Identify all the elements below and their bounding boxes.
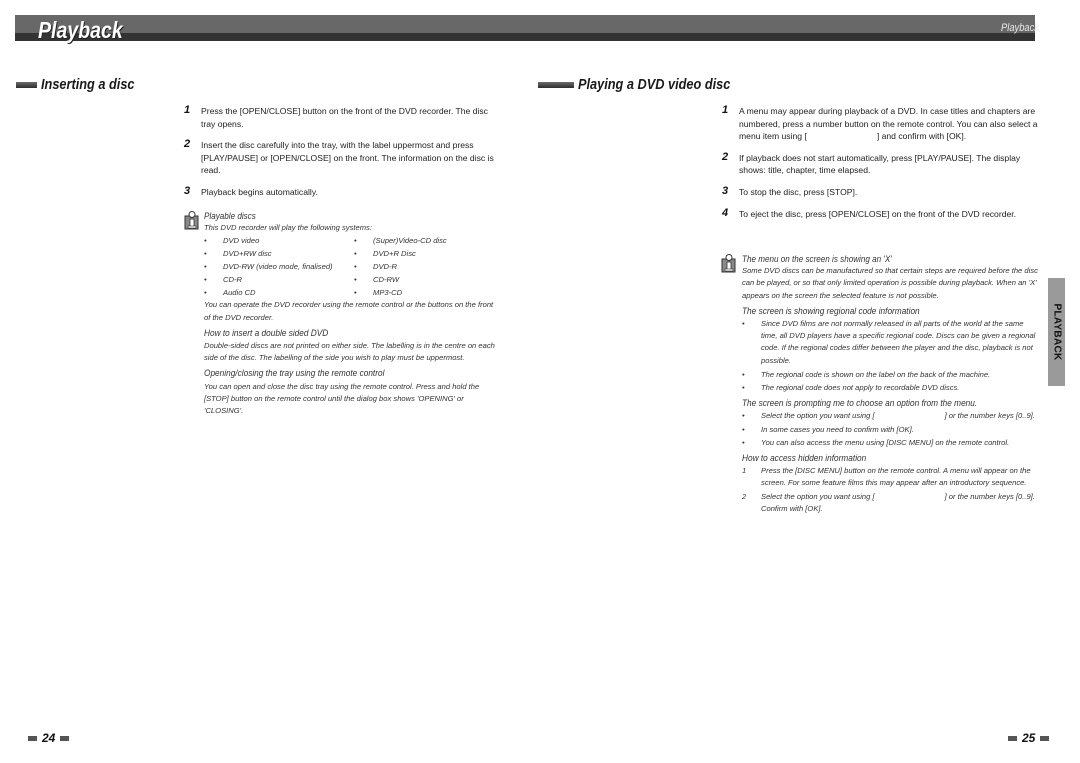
troubleshooting-note: The menu on the screen is showing an 'X'… <box>742 253 1042 515</box>
page-marker-icon <box>1008 735 1017 741</box>
section-bar-icon <box>538 81 574 88</box>
step-item: 1 Press the [OPEN/CLOSE] button on the f… <box>184 104 494 130</box>
disc-list: • DVD video • (Super)Video-CD disc • DVD+RW… <box>204 234 499 299</box>
page-number-left: 24 <box>28 731 70 745</box>
disc-item: • DVD video <box>204 236 260 246</box>
step-item: 2 If playback does not start automatical… <box>722 150 1042 177</box>
bullet-item: • Since DVD films are not normally releas… <box>742 319 1036 365</box>
disc-item: • CD-RW <box>354 275 400 285</box>
disc-label: MP3-CD <box>373 288 403 298</box>
disc-label: DVD-R <box>373 262 398 272</box>
step-text: To eject the disc, press [OPEN/CLOSE] on… <box>739 208 1017 219</box>
info-icon <box>184 211 199 230</box>
note-title: Playable discs <box>204 211 256 221</box>
step-number: 1 <box>184 104 191 116</box>
disc-label: Audio CD <box>223 288 256 298</box>
section-bar-icon <box>16 81 37 88</box>
disc-item: • Audio CD <box>204 288 256 298</box>
disc-item: • (Super)Video-CD disc <box>354 236 447 246</box>
section-heading-inserting-disc: Inserting a disc <box>16 76 151 93</box>
step-number: 3 <box>184 184 191 197</box>
page-marker-icon <box>28 735 37 741</box>
step-number: 3 <box>722 184 729 197</box>
numbered-item: 2 Select the option you want using [] or … <box>742 491 1042 515</box>
x-explanation-text: Some DVD discs can be manufactured so th… <box>742 266 1038 300</box>
note-intro: This DVD recorder will play the followin… <box>204 223 372 233</box>
side-tab-label: PLAYBACK <box>1051 303 1062 361</box>
disc-item: • DVD+RW disc <box>204 249 272 259</box>
step-item: 1 A menu may appear during playback of a… <box>722 104 1042 143</box>
disc-label: DVD+R Disc <box>373 249 416 259</box>
bullet-text: In some cases you need to confirm with [… <box>761 424 914 434</box>
page-number: 24 <box>42 731 56 745</box>
disc-label: CD-R <box>223 275 242 285</box>
bullet-text: Select the option you want using [ <box>761 411 875 421</box>
disc-item: • MP3-CD <box>354 288 403 298</box>
playable-discs-note: Playable discs This DVD recorder will pl… <box>204 210 499 417</box>
bullet-text: Since DVD films are not normally release… <box>761 319 1036 365</box>
hidden-info-heading: How to access hidden information <box>742 453 867 464</box>
step-number: 2 <box>722 150 729 163</box>
regional-code-heading: The screen is showing regional code info… <box>742 305 920 316</box>
disc-label: (Super)Video-CD disc <box>373 236 447 246</box>
step-text: Playback begins automatically. <box>201 186 318 197</box>
page-marker-icon <box>60 735 70 741</box>
disc-item: • DVD+R Disc <box>354 249 416 259</box>
page-number: 25 <box>1022 731 1036 745</box>
step-text: If playback does not start automatically… <box>739 152 1021 176</box>
bullet-text: The regional code is shown on the label … <box>761 369 991 379</box>
section-title: Playing a DVD video disc <box>578 76 731 93</box>
step-number: 2 <box>184 138 191 151</box>
section-title: Inserting a disc <box>41 76 135 93</box>
step-item: 2 Insert the disc carefully into the tra… <box>184 138 494 177</box>
page-marker-icon <box>1040 735 1050 741</box>
bullet-item: • The regional code does not apply to rec… <box>742 383 960 393</box>
disc-label: DVD+RW disc <box>223 249 272 259</box>
chapter-side-tab: PLAYBACK <box>1048 278 1065 386</box>
insert-steps: 1 Press the [OPEN/CLOSE] button on the f… <box>184 104 494 208</box>
double-sided-heading: How to insert a double sided DVD <box>204 327 329 338</box>
item-text: Select the option you want using [ <box>761 491 875 501</box>
bullet-text: The regional code does not apply to reco… <box>761 383 960 393</box>
disc-item: • DVD-R <box>354 262 398 272</box>
double-sided-text: Double-sided discs are not printed on ei… <box>204 341 495 363</box>
disc-item: • CD-R <box>204 275 242 285</box>
running-header-title: Playback <box>1001 22 1039 34</box>
note-title: The menu on the screen is showing an 'X' <box>742 254 892 264</box>
bullet-item: • In some cases you need to confirm with … <box>742 424 914 434</box>
step-item: 4 To eject the disc, press [OPEN/CLOSE] … <box>722 206 1042 221</box>
playback-steps: 1 A menu may appear during playback of a… <box>722 104 1042 229</box>
step-text: To stop the disc, press [STOP]. <box>739 186 858 197</box>
bullet-text: ] or the number keys [0..9]. <box>944 411 1035 421</box>
item-text: Press the [DISC MENU] button on the remo… <box>761 466 1031 488</box>
step-number: 4 <box>722 206 729 219</box>
chapter-title: Playback <box>38 17 123 43</box>
tray-remote-text: You can open and close the disc tray usi… <box>204 381 480 416</box>
step-item: 3 To stop the disc, press [STOP]. <box>722 184 1042 199</box>
item-number: 2 <box>742 491 747 501</box>
bullet-text: You can also access the menu using [DISC… <box>761 437 1010 447</box>
item-number: 1 <box>742 466 747 476</box>
header-stripe <box>15 33 1035 41</box>
step-item: 3 Playback begins automatically. <box>184 184 494 199</box>
step-number: 1 <box>722 104 729 116</box>
bullet-item: • You can also access the menu using [DIS… <box>742 437 1010 447</box>
disc-label: DVD-RW (video mode, finalised) <box>223 262 333 272</box>
section-heading-playing-dvd: Playing a DVD video disc <box>538 76 757 93</box>
step-text: Insert the disc carefully into the tray,… <box>201 140 494 176</box>
bullet-item: • The regional code is shown on the label… <box>742 369 991 379</box>
bullet-item: • Select the option you want using [] or … <box>742 411 1035 421</box>
remote-operation-text: You can operate the DVD recorder using t… <box>204 300 494 322</box>
page-number-right: 25 <box>1008 731 1050 745</box>
chapter-header-bar <box>15 15 1035 41</box>
menu-prompt-heading: The screen is prompting me to choose an … <box>742 398 978 409</box>
disc-label: DVD video <box>223 236 260 246</box>
step-text: Press the [OPEN/CLOSE] button on the fro… <box>201 106 488 129</box>
info-icon <box>721 254 736 273</box>
numbered-item: 1 Press the [DISC MENU] button on the rem… <box>742 465 1042 489</box>
tray-remote-heading: Opening/closing the tray using the remot… <box>204 368 385 379</box>
step-text: ] and confirm with [OK]. <box>876 131 967 142</box>
disc-label: CD-RW <box>373 275 400 285</box>
disc-item: • DVD-RW (video mode, finalised) <box>204 262 333 272</box>
